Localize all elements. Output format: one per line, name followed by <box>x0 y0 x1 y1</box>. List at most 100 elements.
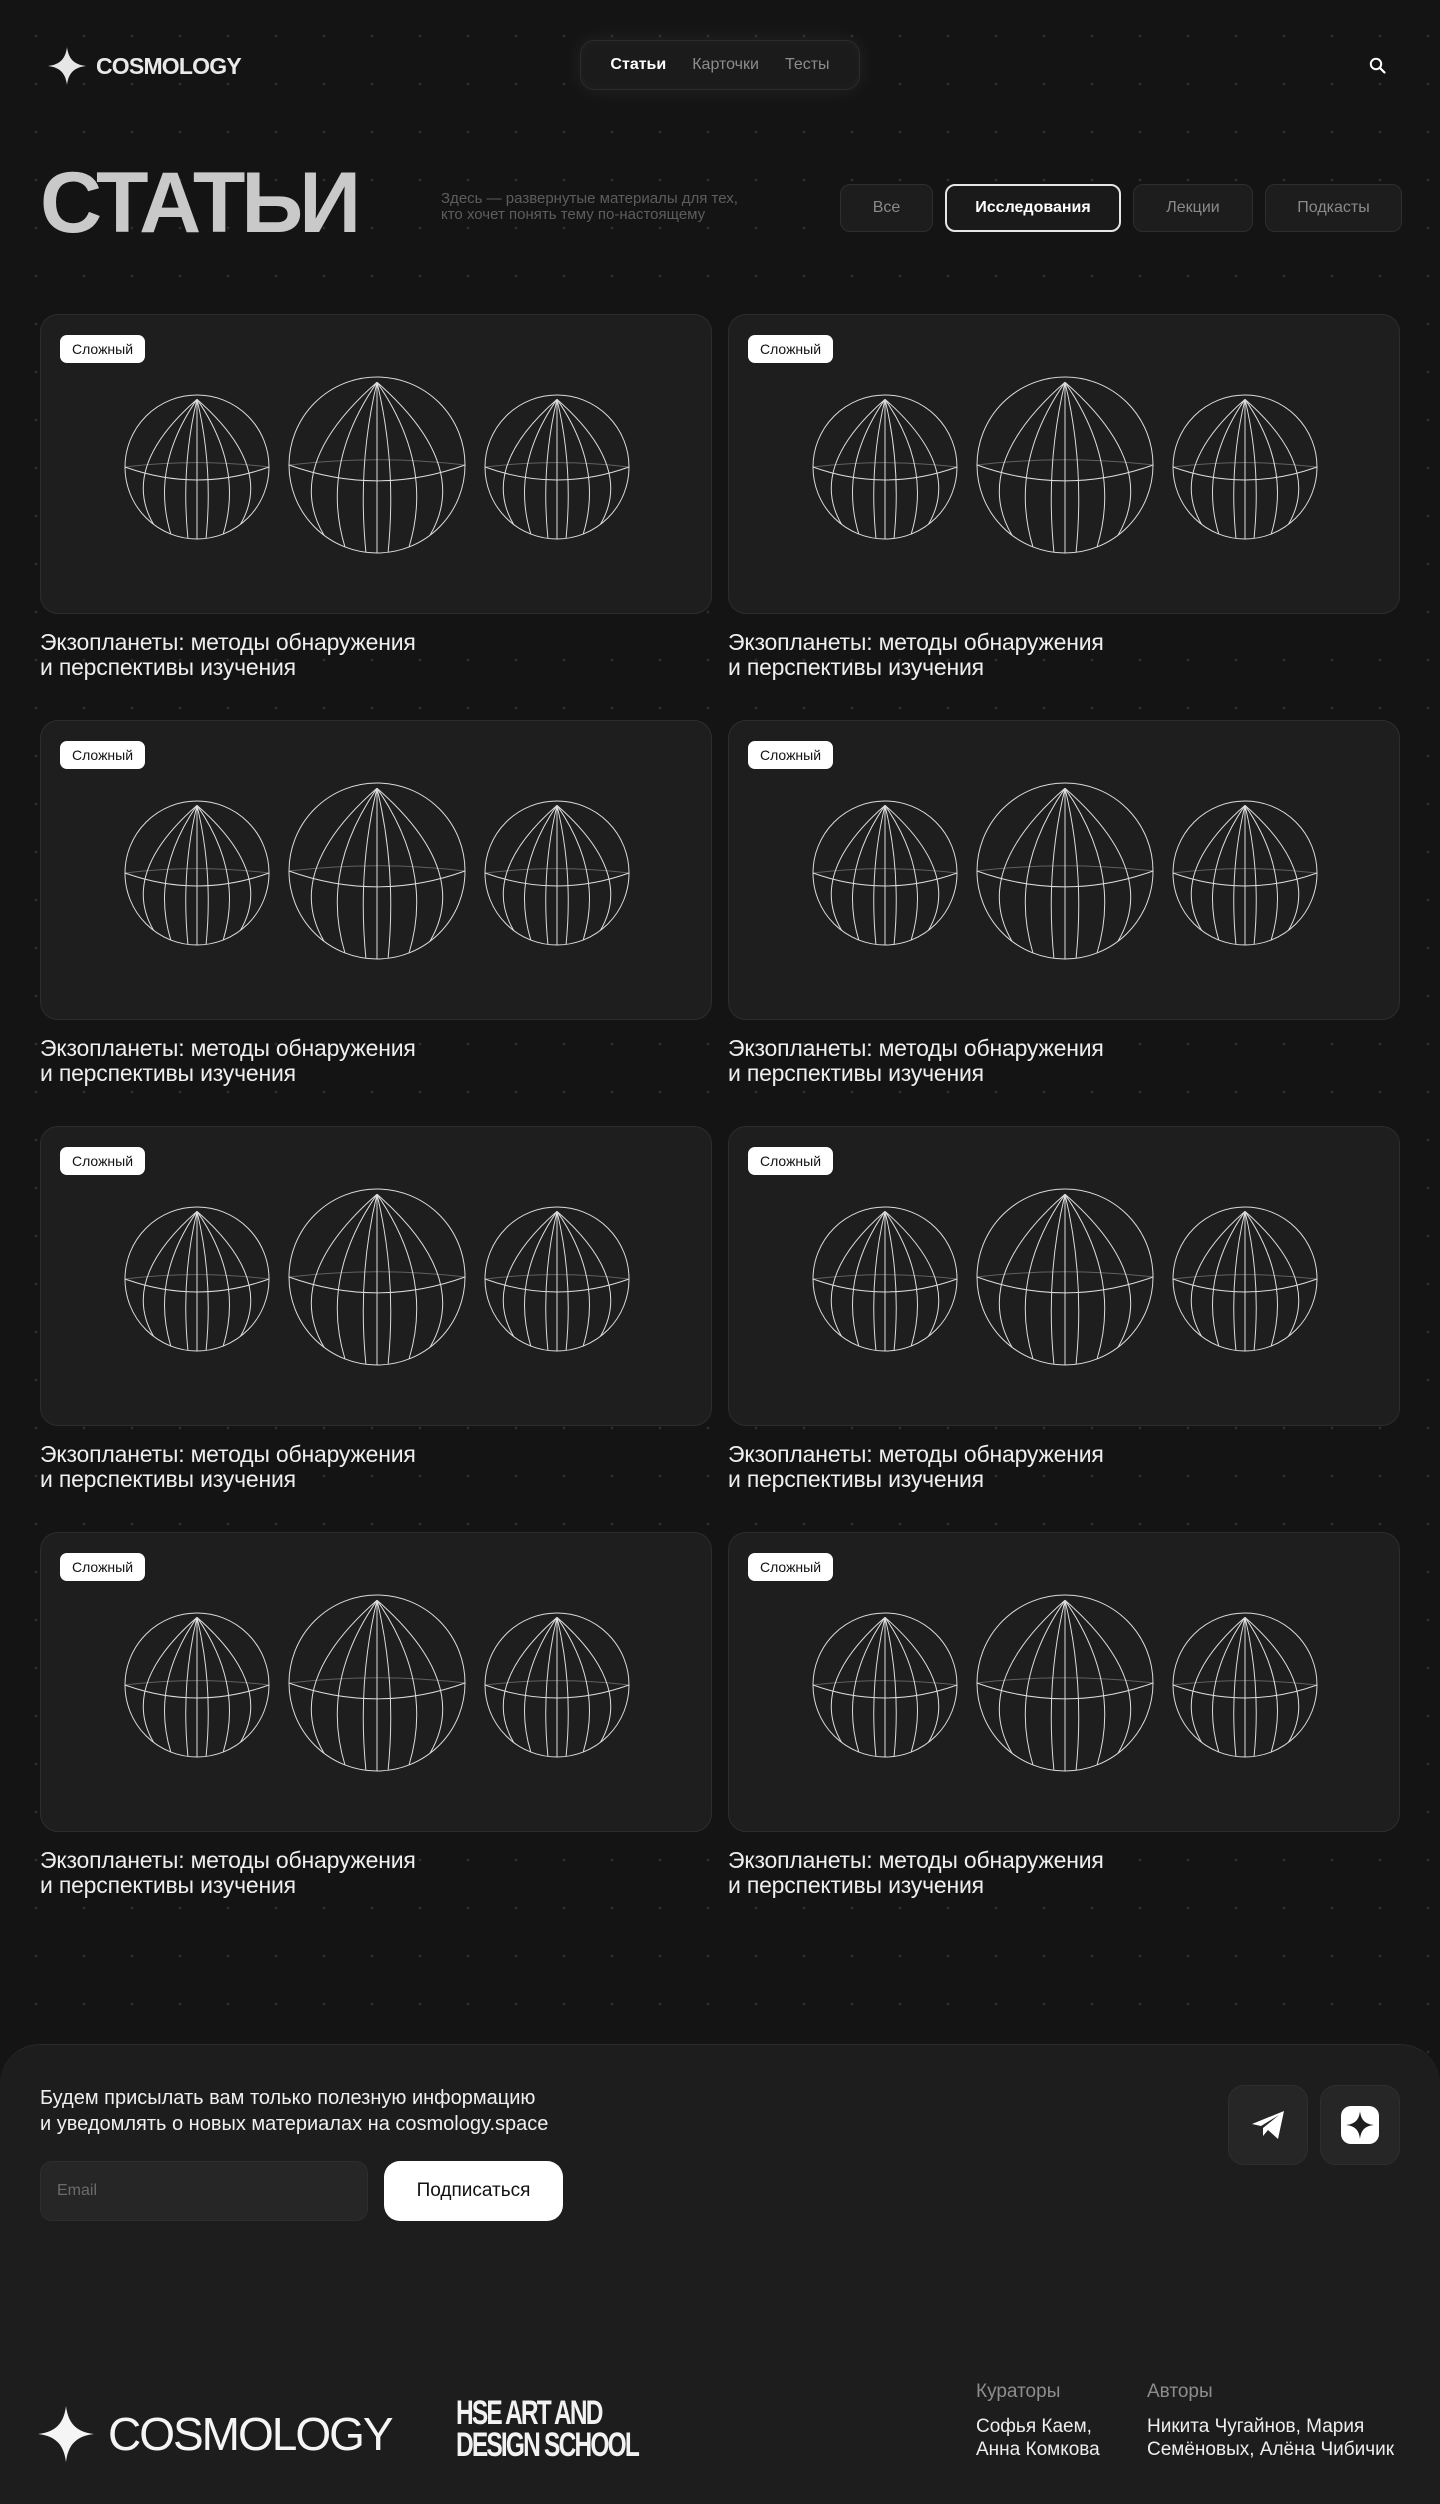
article-title-line: Экзопланеты: методы обнаружения <box>40 1847 416 1873</box>
telegram-icon <box>1252 2111 1284 2139</box>
article-card[interactable]: Сложный Экзопланеты: методы обнаружения … <box>728 1126 1400 1494</box>
filter-podcasts[interactable]: Подкасты <box>1265 184 1402 232</box>
star-app-icon <box>1341 2106 1379 2144</box>
article-cover: Сложный <box>728 720 1400 1020</box>
page-description-line: кто хочет понять тему по-настоящему <box>441 206 706 223</box>
article-cover: Сложный <box>40 720 712 1020</box>
authors-block: Авторы Никита Чугайнов, Мария Семёновых,… <box>1147 2381 1394 2461</box>
article-title-line: Экзопланеты: методы обнаружения <box>40 629 416 655</box>
authors-line: Никита Чугайнов, Мария <box>1147 2416 1365 2437</box>
article-card[interactable]: Сложный Экзопланеты: методы обнаружения … <box>40 720 712 1088</box>
article-cover: Сложный <box>40 1126 712 1426</box>
school-logo[interactable]: HSE ART AND DESIGN SCHOOL <box>456 2394 640 2464</box>
curators-label: Кураторы <box>976 2381 1061 2402</box>
nav-item-articles[interactable]: Статьи <box>610 56 666 74</box>
subscribe-button[interactable]: Подписаться <box>384 2161 563 2221</box>
newsletter-line: Будем присылать вам только полезную инфо… <box>40 2087 536 2109</box>
authors-names: Никита Чугайнов, Мария Семёновых, Алёна … <box>1147 2415 1394 2461</box>
article-title-line: Экзопланеты: методы обнаружения <box>728 629 1104 655</box>
article-title: Экзопланеты: методы обнаружения и перспе… <box>728 630 1400 680</box>
nav-item-cards[interactable]: Карточки <box>692 56 759 74</box>
article-title: Экзопланеты: методы обнаружения и перспе… <box>40 630 712 680</box>
difficulty-badge: Сложный <box>748 335 834 363</box>
article-title-line: и перспективы изучения <box>728 1872 984 1898</box>
article-card[interactable]: Сложный Экзопланеты: методы обнаружения … <box>40 1126 712 1494</box>
article-title: Экзопланеты: методы обнаружения и перспе… <box>40 1848 712 1898</box>
difficulty-badge: Сложный <box>60 1553 146 1581</box>
authors-label: Авторы <box>1147 2381 1213 2402</box>
footer-brand-logo[interactable]: COSMOLOGY <box>38 2405 394 2463</box>
difficulty-badge: Сложный <box>748 1553 834 1581</box>
wireframe-spheres-icon <box>124 782 630 960</box>
wireframe-spheres-icon <box>812 782 1318 960</box>
wireframe-spheres-icon <box>812 1594 1318 1772</box>
difficulty-badge: Сложный <box>60 741 146 769</box>
telegram-button[interactable] <box>1228 2085 1308 2165</box>
star-logo-icon <box>48 47 86 85</box>
page-description-line: Здесь — развернутые материалы для тех, <box>441 190 738 207</box>
search-icon[interactable] <box>1366 54 1390 78</box>
school-logo-line: DESIGN SCHOOL <box>456 2426 640 2464</box>
brand-name: COSMOLOGY <box>96 52 242 79</box>
curators-line: Софья Каем, <box>976 2416 1092 2437</box>
filter-research[interactable]: Исследования <box>945 184 1121 232</box>
article-title-line: Экзопланеты: методы обнаружения <box>40 1441 416 1467</box>
app-button[interactable] <box>1320 2085 1400 2165</box>
article-cover: Сложный <box>40 1532 712 1832</box>
difficulty-badge: Сложный <box>60 1147 146 1175</box>
article-title-line: и перспективы изучения <box>728 654 984 680</box>
wireframe-spheres-icon <box>812 376 1318 554</box>
article-title-line: и перспективы изучения <box>40 1466 296 1492</box>
site-footer: Будем присылать вам только полезную инфо… <box>0 2044 1440 2504</box>
page-description: Здесь — развернутые материалы для тех, к… <box>441 191 761 223</box>
article-title-line: и перспективы изучения <box>40 1872 296 1898</box>
curators-names: Софья Каем, Анна Комкова <box>976 2415 1100 2461</box>
brand-logo[interactable]: COSMOLOGY <box>48 46 242 86</box>
nav-item-tests[interactable]: Тесты <box>785 56 830 74</box>
article-cover: Сложный <box>728 1532 1400 1832</box>
wireframe-spheres-icon <box>124 376 630 554</box>
footer-brand-name: COSMOLOGY <box>108 2408 394 2460</box>
article-title-line: Экзопланеты: методы обнаружения <box>728 1441 1104 1467</box>
difficulty-badge: Сложный <box>748 1147 834 1175</box>
article-cover: Сложный <box>40 314 712 614</box>
wireframe-spheres-icon <box>812 1188 1318 1366</box>
article-title: Экзопланеты: методы обнаружения и перспе… <box>728 1036 1400 1086</box>
article-title: Экзопланеты: методы обнаружения и перспе… <box>728 1442 1400 1492</box>
filter-lectures[interactable]: Лекции <box>1133 184 1253 232</box>
article-title-line: и перспективы изучения <box>40 1060 296 1086</box>
difficulty-badge: Сложный <box>748 741 834 769</box>
article-title-line: Экзопланеты: методы обнаружения <box>728 1035 1104 1061</box>
main-nav: Статьи Карточки Тесты <box>580 40 860 90</box>
article-card[interactable]: Сложный Экзопланеты: методы обнаружения … <box>728 720 1400 1088</box>
article-card[interactable]: Сложный Экзопланеты: методы обнаружения … <box>728 314 1400 682</box>
site-header: COSMOLOGY Статьи Карточки Тесты <box>0 0 1440 132</box>
article-title-line: и перспективы изучения <box>40 654 296 680</box>
articles-grid: Сложный Экзопланеты: методы обнаружения … <box>40 314 1400 1900</box>
authors-line: Семёновых, Алёна Чибичик <box>1147 2439 1395 2460</box>
newsletter-line: и уведомлять о новых материалах на cosmo… <box>40 2113 549 2135</box>
wireframe-spheres-icon <box>124 1188 630 1366</box>
article-title-line: и перспективы изучения <box>728 1466 984 1492</box>
article-title-line: Экзопланеты: методы обнаружения <box>40 1035 416 1061</box>
article-title-line: Экзопланеты: методы обнаружения <box>728 1847 1104 1873</box>
article-card[interactable]: Сложный Экзопланеты: методы обнаружения … <box>40 314 712 682</box>
article-cover: Сложный <box>728 314 1400 614</box>
curators-line: Анна Комкова <box>976 2439 1100 2460</box>
wireframe-spheres-icon <box>124 1594 630 1772</box>
category-filters: Все Исследования Лекции Подкасты <box>840 184 1402 232</box>
newsletter-text: Будем присылать вам только полезную инфо… <box>40 2085 600 2137</box>
filter-all[interactable]: Все <box>840 184 933 232</box>
article-card[interactable]: Сложный Экзопланеты: методы обнаружения … <box>728 1532 1400 1900</box>
email-field[interactable] <box>40 2161 368 2221</box>
article-title: Экзопланеты: методы обнаружения и перспе… <box>40 1442 712 1492</box>
page-title: СТАТЬИ <box>40 155 361 251</box>
article-title-line: и перспективы изучения <box>728 1060 984 1086</box>
difficulty-badge: Сложный <box>60 335 146 363</box>
article-title: Экзопланеты: методы обнаружения и перспе… <box>40 1036 712 1086</box>
article-card[interactable]: Сложный Экзопланеты: методы обнаружения … <box>40 1532 712 1900</box>
school-logo-line: HSE ART AND <box>456 2394 603 2432</box>
article-cover: Сложный <box>728 1126 1400 1426</box>
article-title: Экзопланеты: методы обнаружения и перспе… <box>728 1848 1400 1898</box>
star-logo-icon <box>38 2406 94 2462</box>
